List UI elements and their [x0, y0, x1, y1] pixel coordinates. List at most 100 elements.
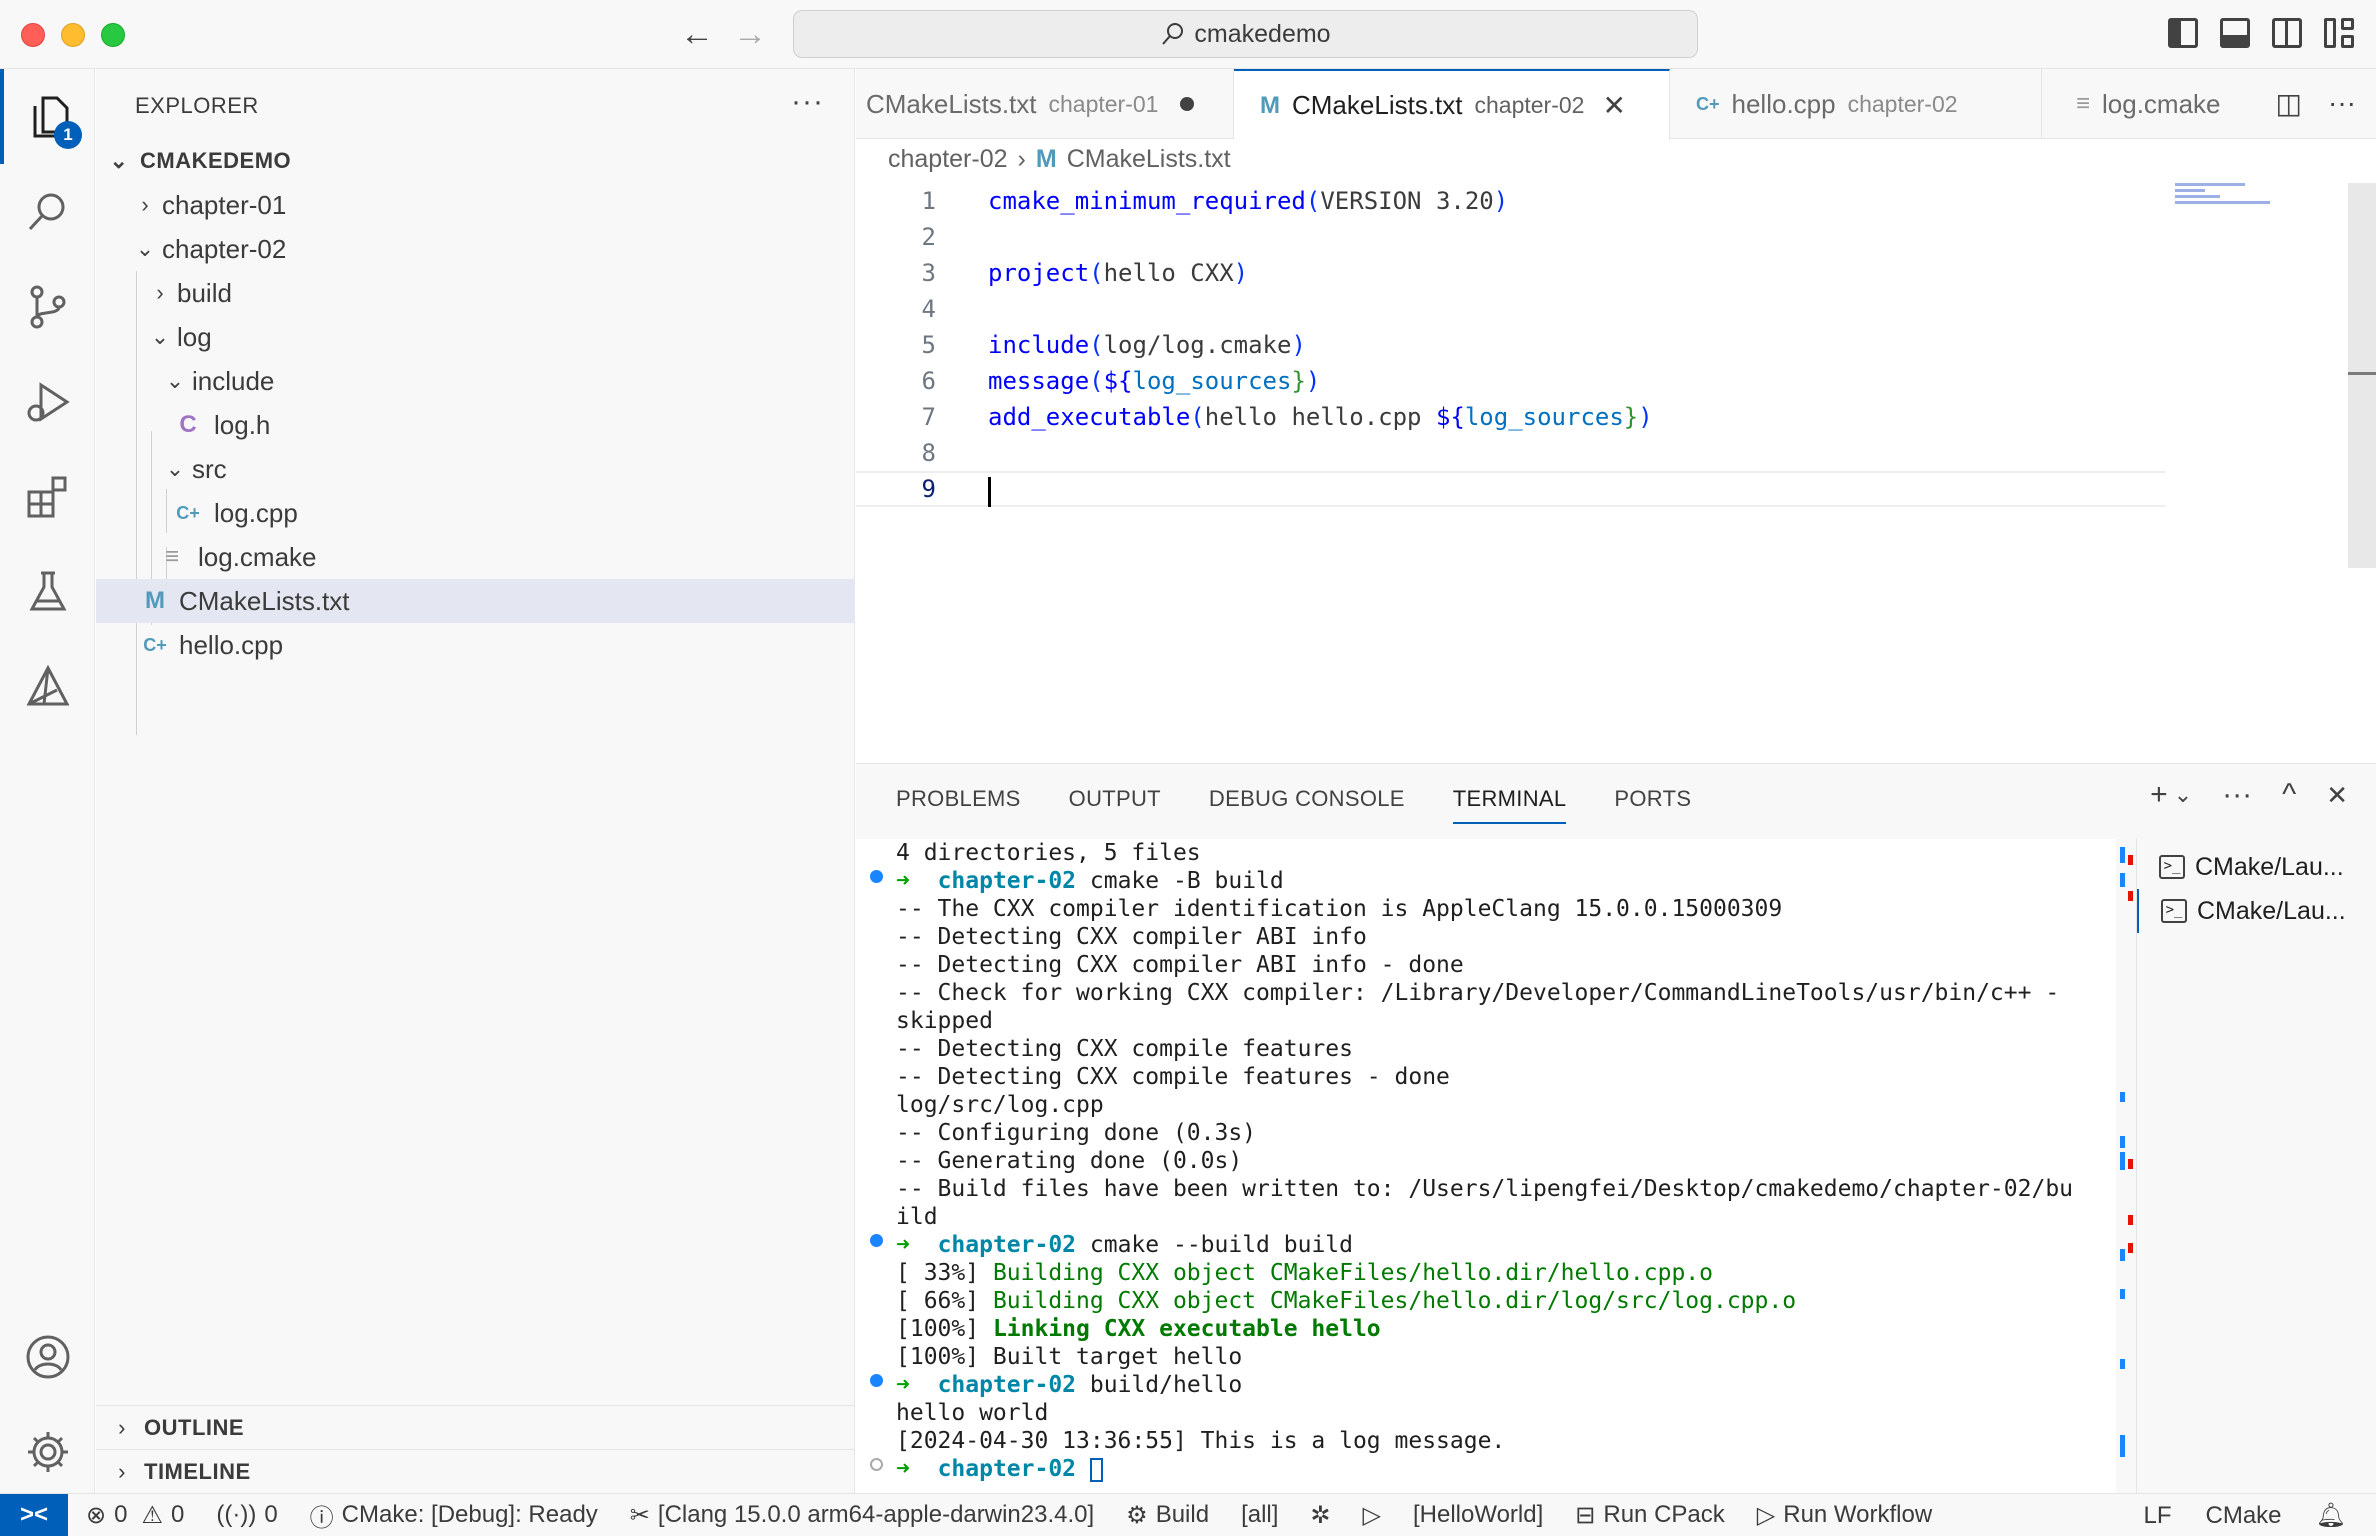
- chevron-down-icon[interactable]: ⌄: [2174, 782, 2192, 808]
- code-editor[interactable]: 1 cmake_minimum_required(VERSION 3.20) 2…: [856, 183, 2376, 763]
- tab-cmakelists-chapter-01[interactable]: CMakeLists.txt chapter-01: [856, 69, 1234, 139]
- explorer-sidebar: EXPLORER ··· ⌄ CMAKEDEMO › chapter-01 ⌄ …: [96, 69, 855, 1493]
- sidebar-more-actions-icon[interactable]: ···: [791, 85, 824, 119]
- customize-layout-icon[interactable]: [2324, 18, 2354, 48]
- more-actions-icon[interactable]: ···: [2328, 87, 2356, 120]
- toggle-panel-icon[interactable]: [2220, 18, 2250, 48]
- tree-item-include[interactable]: ⌄ include: [96, 359, 855, 403]
- tab-ports[interactable]: PORTS: [1614, 786, 1691, 824]
- cmake-build-target[interactable]: [all]: [1241, 1501, 1278, 1529]
- close-panel-icon[interactable]: ✕: [2326, 780, 2348, 811]
- source-control-icon: [23, 282, 73, 332]
- window-close-button[interactable]: [21, 23, 45, 47]
- tree-item-label: chapter-01: [162, 190, 286, 221]
- explorer-activity[interactable]: 1: [0, 69, 95, 164]
- terminal-prompt: ➜ chapter-02 cmake -B build: [896, 867, 1284, 895]
- terminal[interactable]: 4 directories, 5 files ➜ chapter-02 cmak…: [856, 839, 2116, 1494]
- run-debug-activity[interactable]: [0, 354, 95, 449]
- cmake-status-label: CMake: [Debug]: Ready: [342, 1501, 598, 1529]
- terminal-line: -- Configuring done (0.3s): [896, 1119, 1256, 1147]
- breadcrumb-separator-icon: ›: [1018, 145, 1026, 174]
- manage-activity[interactable]: [0, 1404, 95, 1499]
- breadcrumb-folder[interactable]: chapter-02: [888, 145, 1008, 174]
- workspace-root[interactable]: ⌄ CMAKEDEMO: [96, 139, 855, 183]
- text-cursor: [988, 477, 991, 507]
- tab-cmakelists-chapter-02[interactable]: M CMakeLists.txt chapter-02 ✕: [1234, 69, 1670, 140]
- maximize-panel-icon[interactable]: ^: [2282, 778, 2296, 812]
- testing-activity[interactable]: [0, 544, 95, 639]
- code-line: 3 project(hello CXX): [856, 255, 2166, 291]
- cmake-kit[interactable]: ✂ [Clang 15.0.0 arm64-apple-darwin23.4.0…: [630, 1501, 1094, 1530]
- terminal-icon: >_: [2159, 855, 2185, 879]
- tab-output[interactable]: OUTPUT: [1069, 786, 1161, 824]
- account-icon: [23, 1332, 73, 1382]
- cmake-kit-label: [Clang 15.0.0 arm64-apple-darwin23.4.0]: [658, 1501, 1094, 1529]
- cmake-launch-target[interactable]: [HelloWorld]: [1413, 1501, 1543, 1529]
- tab-debug-console[interactable]: DEBUG CONSOLE: [1209, 786, 1405, 824]
- notifications-bell-icon[interactable]: 🔔︎: [2316, 1501, 2346, 1530]
- command-center[interactable]: cmakedemo: [793, 10, 1698, 58]
- tree-item-label: CMakeLists.txt: [179, 586, 350, 617]
- search-activity[interactable]: [0, 164, 95, 259]
- tree-item-src[interactable]: ⌄ src: [96, 447, 855, 491]
- tree-item-log-cmake[interactable]: ≡ log.cmake: [96, 535, 855, 579]
- forward-arrow-icon[interactable]: →: [733, 14, 767, 54]
- command-pending-dot-icon[interactable]: [870, 1458, 883, 1471]
- terminal-instance[interactable]: >_ CMake/Lau...: [2137, 889, 2376, 933]
- editor-scrollbar[interactable]: [2348, 183, 2376, 568]
- tree-item-log[interactable]: ⌄ log: [96, 315, 855, 359]
- terminal-line: -- Detecting CXX compile features: [896, 1035, 1353, 1063]
- outline-section[interactable]: › OUTLINE: [96, 1405, 855, 1449]
- tab-log-cmake[interactable]: ≡ log.cmake: [2042, 69, 2222, 139]
- cmake-activity[interactable]: [0, 639, 95, 734]
- window-maximize-button[interactable]: [101, 23, 125, 47]
- tree-item-chapter-01[interactable]: › chapter-01: [96, 183, 855, 227]
- c-file-icon: C: [174, 411, 202, 439]
- tree-item-chapter-02[interactable]: ⌄ chapter-02: [96, 227, 855, 271]
- tab-label: log.cmake: [2102, 89, 2221, 120]
- tab-problems[interactable]: PROBLEMS: [896, 786, 1021, 824]
- run-play-icon[interactable]: ▷: [1363, 1501, 1381, 1530]
- terminal-line: [ 33%] Building CXX object CMakeFiles/he…: [896, 1259, 1713, 1287]
- cmake-run-cpack[interactable]: ⊟ Run CPack: [1575, 1501, 1725, 1530]
- toggle-primary-sidebar-icon[interactable]: [2168, 18, 2198, 48]
- cpp-file-icon: C+: [174, 503, 202, 524]
- new-terminal-icon[interactable]: +: [2150, 778, 2168, 812]
- tab-hello-cpp[interactable]: C+ hello.cpp chapter-02: [1670, 69, 2042, 139]
- more-actions-icon[interactable]: ···: [2222, 778, 2252, 812]
- close-icon[interactable]: ✕: [1602, 89, 1625, 122]
- extensions-activity[interactable]: [0, 449, 95, 544]
- cmake-run-workflow[interactable]: ▷ Run Workflow: [1757, 1501, 1932, 1530]
- command-success-dot-icon[interactable]: [870, 1234, 883, 1247]
- timeline-section[interactable]: › TIMELINE: [96, 1449, 855, 1493]
- tree-item-build[interactable]: › build: [96, 271, 855, 315]
- tab-description: chapter-02: [1475, 92, 1585, 119]
- debug-bug-icon[interactable]: ✲: [1310, 1501, 1330, 1530]
- remote-indicator-icon[interactable]: ><: [0, 1494, 68, 1536]
- split-editor-icon[interactable]: ◫: [2276, 87, 2302, 120]
- cmake-build[interactable]: ⚙ Build: [1126, 1501, 1209, 1530]
- unsaved-dot-icon[interactable]: [1180, 97, 1194, 111]
- minimap[interactable]: [2175, 183, 2270, 223]
- back-arrow-icon[interactable]: ←: [680, 14, 714, 54]
- text-file-icon: ≡: [2076, 90, 2090, 118]
- cmake-status[interactable]: ⓘ CMake: [Debug]: Ready: [310, 1498, 598, 1533]
- problems-status[interactable]: ⊗ 0 ⚠ 0: [86, 1501, 184, 1530]
- tree-item-cmakelists[interactable]: M CMakeLists.txt: [96, 579, 855, 623]
- eol-status[interactable]: LF: [2143, 1502, 2171, 1530]
- tree-item-log-h[interactable]: C log.h: [96, 403, 855, 447]
- ports-status[interactable]: ((·)) 0: [216, 1501, 277, 1529]
- tree-item-log-cpp[interactable]: C+ log.cpp: [96, 491, 855, 535]
- toggle-secondary-sidebar-icon[interactable]: [2272, 18, 2302, 48]
- tree-item-hello-cpp[interactable]: C+ hello.cpp: [96, 623, 855, 667]
- command-success-dot-icon[interactable]: [870, 1374, 883, 1387]
- command-success-dot-icon[interactable]: [870, 870, 883, 883]
- tab-terminal[interactable]: TERMINAL: [1453, 786, 1567, 824]
- window-minimize-button[interactable]: [61, 23, 85, 47]
- language-mode-status[interactable]: CMake: [2206, 1502, 2282, 1530]
- terminal-instance[interactable]: >_ CMake/Lau...: [2137, 845, 2376, 889]
- tree-item-label: log.cpp: [214, 498, 298, 529]
- source-control-activity[interactable]: [0, 259, 95, 354]
- accounts-activity[interactable]: [0, 1309, 95, 1404]
- breadcrumb-file[interactable]: CMakeLists.txt: [1067, 145, 1231, 174]
